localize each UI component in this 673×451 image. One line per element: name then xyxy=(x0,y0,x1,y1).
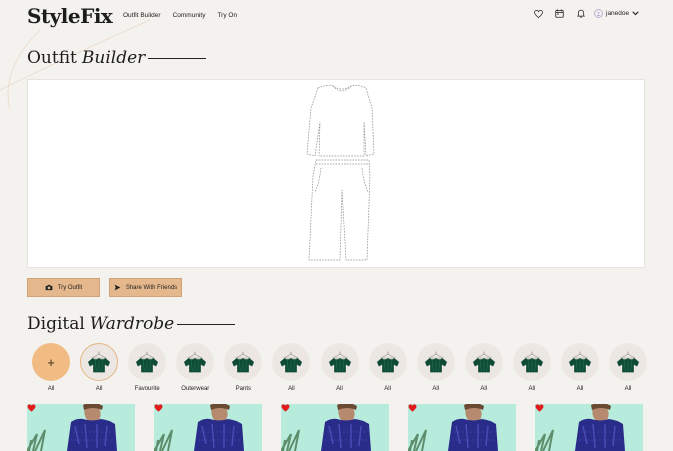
category-label: All xyxy=(288,386,295,392)
category-item[interactable]: All xyxy=(267,343,315,392)
wardrobe-item[interactable] xyxy=(27,404,135,451)
category-label: All xyxy=(432,386,439,392)
wardrobe-item[interactable] xyxy=(281,404,389,451)
shirt-icon xyxy=(272,343,311,381)
category-item[interactable]: All xyxy=(604,343,652,392)
shirt-icon xyxy=(368,343,407,381)
user-menu[interactable]: janedoe xyxy=(594,9,639,18)
add-icon[interactable]: + xyxy=(32,343,71,381)
category-label: All xyxy=(384,386,391,392)
pants-outline xyxy=(308,159,371,261)
category-label: All xyxy=(95,386,103,392)
category-item[interactable]: All xyxy=(460,343,508,392)
shirt-icon xyxy=(320,343,359,381)
outfit-canvas[interactable] xyxy=(27,79,645,268)
category-label: All xyxy=(480,386,488,392)
sweater-outline xyxy=(306,84,375,157)
shirt-icon xyxy=(224,343,263,381)
avatar xyxy=(594,9,603,18)
category-item[interactable]: All xyxy=(75,343,123,392)
wardrobe-item[interactable] xyxy=(535,404,643,451)
garment-photo xyxy=(535,404,643,451)
favorite-heart-icon[interactable] xyxy=(27,404,36,412)
heart-icon[interactable] xyxy=(533,8,544,19)
garment-photo xyxy=(281,404,389,451)
outfit-silhouette xyxy=(306,84,375,261)
wardrobe-item[interactable] xyxy=(154,404,262,451)
favorite-heart-icon[interactable] xyxy=(281,404,290,412)
category-label: All xyxy=(624,386,632,392)
category-item[interactable]: All xyxy=(556,343,604,392)
category-label: Favourite xyxy=(134,386,160,392)
title-underline xyxy=(177,323,236,325)
digital-wardrobe-title: Digital Wardrobe xyxy=(27,314,236,334)
category-label: Pants xyxy=(235,386,252,392)
category-item[interactable]: All xyxy=(364,343,412,392)
nav-try-on[interactable]: Try On xyxy=(217,12,237,19)
shirt-icon xyxy=(512,343,551,381)
category-row: + All All Favourite Outerwear Pants All xyxy=(27,343,652,392)
favorite-heart-icon[interactable] xyxy=(408,404,417,412)
category-item[interactable]: Outerwear xyxy=(171,343,219,392)
shirt-icon xyxy=(176,343,215,381)
garment-photo xyxy=(154,404,262,451)
share-button[interactable]: Share With Friends xyxy=(109,278,182,297)
shirt-icon xyxy=(560,343,599,381)
shirt-icon xyxy=(464,343,503,381)
shirt-icon xyxy=(80,343,119,381)
garment-photo xyxy=(27,404,135,451)
title-underline xyxy=(148,57,207,59)
nav-community[interactable]: Community xyxy=(173,12,206,19)
category-label: All xyxy=(528,386,536,392)
garment-photo xyxy=(408,404,516,451)
main-nav: Outfit Builder Community Try On xyxy=(123,12,237,19)
bell-icon[interactable] xyxy=(575,8,586,19)
header-actions: janedoe xyxy=(533,8,639,19)
category-label: All xyxy=(336,386,343,392)
category-item[interactable]: All xyxy=(508,343,556,392)
username: janedoe xyxy=(606,10,630,17)
shirt-icon xyxy=(416,343,455,381)
add-category[interactable]: + All xyxy=(27,343,75,392)
wardrobe-item[interactable] xyxy=(408,404,516,451)
favorite-heart-icon[interactable] xyxy=(535,404,544,412)
category-label: Outerwear xyxy=(181,386,210,392)
category-item[interactable]: Pants xyxy=(219,343,267,392)
wardrobe-items xyxy=(27,404,643,451)
calendar-icon[interactable] xyxy=(554,8,565,19)
shirt-icon xyxy=(608,343,647,381)
send-icon xyxy=(114,284,121,291)
category-item[interactable]: Favourite xyxy=(123,343,171,392)
try-outfit-button[interactable]: Try Outfit xyxy=(27,278,100,297)
nav-outfit-builder[interactable]: Outfit Builder xyxy=(123,12,161,19)
camera-icon xyxy=(45,284,53,291)
favorite-heart-icon[interactable] xyxy=(154,404,163,412)
category-label: All xyxy=(576,386,584,392)
chevron-down-icon[interactable] xyxy=(632,11,639,16)
logo[interactable]: StyleFix xyxy=(27,4,113,28)
category-item[interactable]: All xyxy=(315,343,363,392)
category-item[interactable]: All xyxy=(412,343,460,392)
shirt-icon xyxy=(128,343,167,381)
outfit-builder-title: Outfit Builder xyxy=(27,48,207,68)
